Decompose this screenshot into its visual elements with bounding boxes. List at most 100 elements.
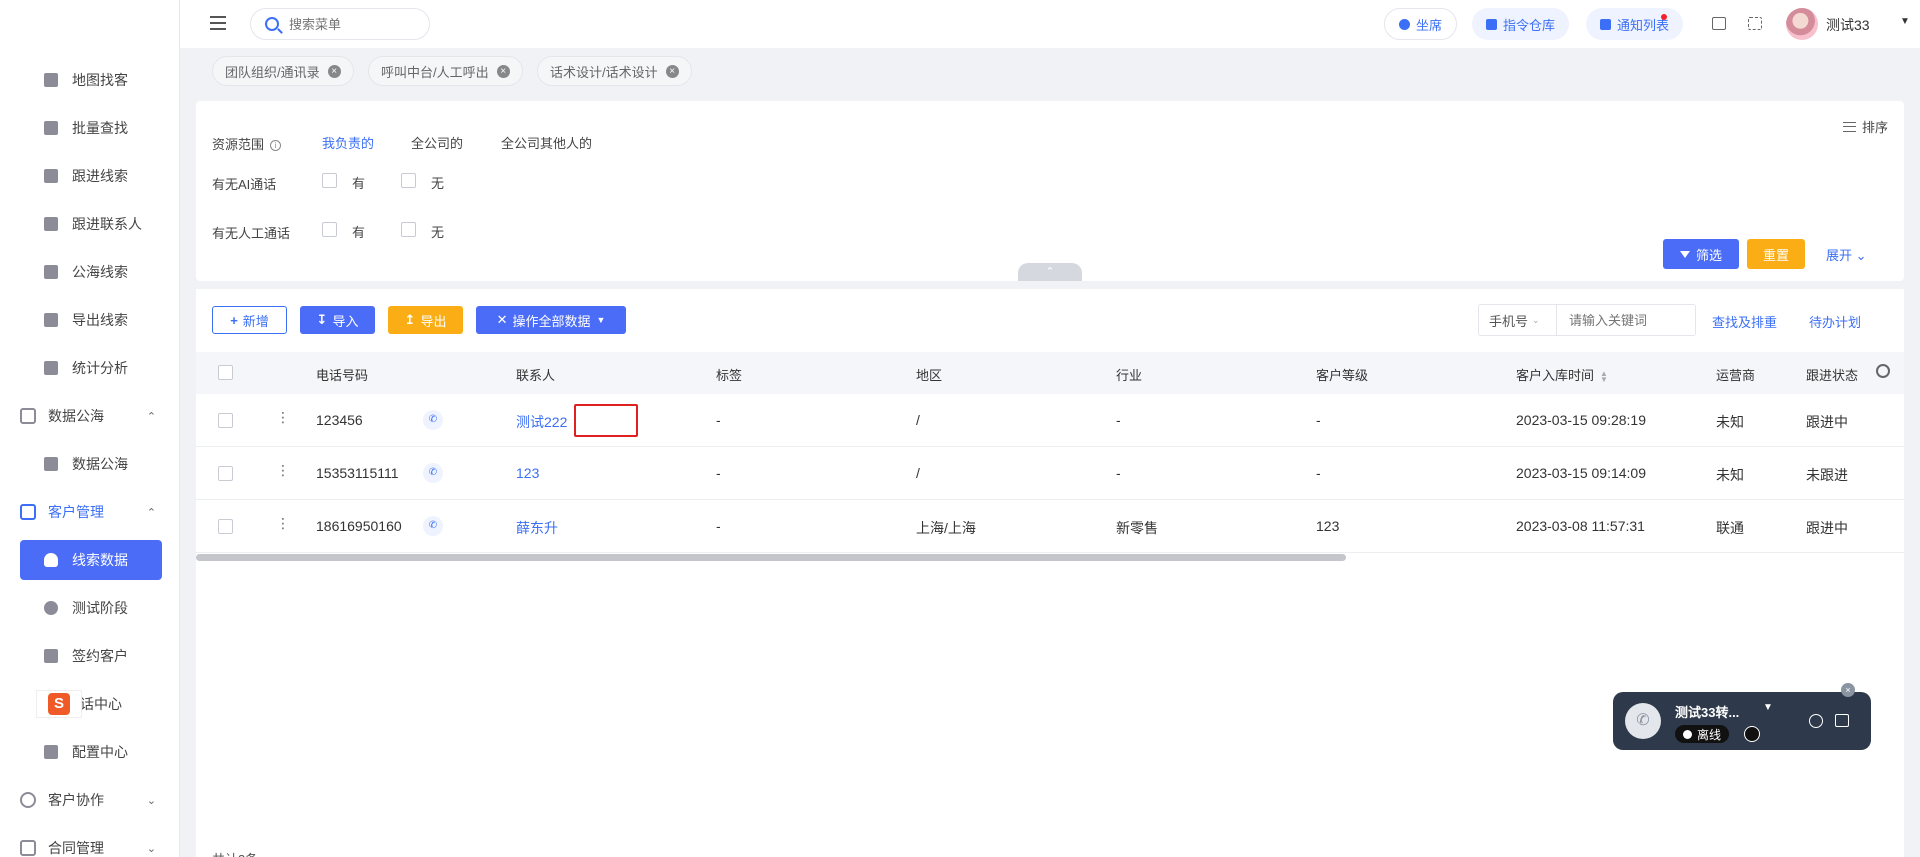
settings-icon[interactable] xyxy=(1744,726,1760,742)
row-checkbox[interactable] xyxy=(218,413,233,428)
search-type-select[interactable]: 手机号 ⌄ xyxy=(1478,304,1558,336)
scope-company[interactable]: 全公司的 xyxy=(411,133,463,152)
more-actions-icon[interactable]: ⋮ xyxy=(276,463,290,477)
cell-carrier: 未知 xyxy=(1716,467,1744,483)
scope-mine[interactable]: 我负责的 xyxy=(322,133,374,152)
reset-button[interactable]: 重置 xyxy=(1747,239,1805,269)
sidebar-group-data-sea[interactable]: 数据公海 ⌃ xyxy=(20,396,162,436)
sidebar-item-config-center[interactable]: 配置中心 xyxy=(20,732,162,772)
caret-down-icon[interactable]: ▼ xyxy=(1900,16,1910,27)
collapse-toggle[interactable]: ⌃ xyxy=(1018,263,1082,281)
more-actions-icon[interactable]: ⋮ xyxy=(276,410,290,424)
sidebar-item-signed-customers[interactable]: 签约客户 xyxy=(20,636,162,676)
seat-button[interactable]: 坐席 xyxy=(1384,8,1458,40)
info-icon: i xyxy=(270,140,282,152)
manual-call-no-checkbox[interactable] xyxy=(401,222,416,237)
cell-carrier: 联通 xyxy=(1716,520,1744,536)
tab-script-design[interactable]: 话术设计/话术设计 × xyxy=(537,56,692,86)
call-icon[interactable]: ✆ xyxy=(423,463,443,483)
more-actions-icon[interactable]: ⋮ xyxy=(276,516,290,530)
user-name[interactable]: 测试33 xyxy=(1826,15,1870,35)
todo-plan-link[interactable]: 待办计划 xyxy=(1809,312,1861,331)
sidebar-item-public-leads[interactable]: 公海线索 xyxy=(20,252,162,292)
keyword-input[interactable] xyxy=(1556,304,1696,336)
sidebar-item-follow-leads[interactable]: 跟进线索 xyxy=(20,156,162,196)
operate-all-button[interactable]: ✕ 操作全部数据 ▼ xyxy=(476,306,626,334)
col-status: 跟进状态 xyxy=(1806,368,1859,383)
sidebar-item-label: 话中心 xyxy=(80,696,122,712)
cell-contact[interactable]: 123 xyxy=(516,465,539,481)
chevron-up-icon: ⌃ xyxy=(146,410,156,423)
close-icon[interactable]: × xyxy=(665,64,679,78)
sort-label: 排序 xyxy=(1861,120,1888,135)
menu-search-input[interactable] xyxy=(289,16,409,32)
close-icon[interactable]: × xyxy=(327,64,341,78)
scope-others[interactable]: 全公司其他人的 xyxy=(501,133,592,152)
user-icon xyxy=(44,745,58,759)
status-badge[interactable]: 离线 xyxy=(1675,725,1730,743)
select-all-checkbox[interactable] xyxy=(218,365,233,380)
menu-search[interactable] xyxy=(250,8,430,40)
close-icon[interactable]: × xyxy=(496,64,510,78)
row-checkbox[interactable] xyxy=(218,519,233,534)
sidebar-item-statistics[interactable]: 统计分析 xyxy=(20,348,162,388)
filter-button[interactable]: 筛选 xyxy=(1663,239,1739,269)
table-panel: +新增 ↧导入 ↥导出 ✕操作全部数据▼ 手机号⌄ 查找及排重 待办计划 电话号… xyxy=(196,289,1904,857)
find-dedupe-link[interactable]: 查找及排重 xyxy=(1712,312,1777,331)
sidebar-group-customer-mgmt[interactable]: 客户管理 ⌃ xyxy=(20,492,162,532)
tab-team-contacts[interactable]: 团队组织/通讯录 × xyxy=(212,56,354,86)
sidebar-item-label: 跟进线索 xyxy=(72,168,128,184)
info-icon[interactable] xyxy=(1809,714,1823,728)
ai-call-yes-checkbox[interactable] xyxy=(322,173,337,188)
chevron-down-icon: ⌄ xyxy=(1532,314,1540,325)
fullscreen-icon[interactable] xyxy=(1748,17,1762,30)
phone-icon: ✆ xyxy=(1625,703,1661,739)
notice-list-button[interactable]: 通知列表 xyxy=(1586,8,1684,40)
briefcase-icon xyxy=(20,840,36,856)
col-time[interactable]: 客户入库时间 ▲ ▼ xyxy=(1516,365,1608,384)
sidebar-item-lead-data[interactable]: 线索数据 xyxy=(20,540,162,580)
export-button[interactable]: ↥ 导出 xyxy=(388,306,463,334)
horizontal-scrollbar[interactable] xyxy=(196,554,1346,561)
close-icon[interactable]: × xyxy=(1841,683,1855,697)
import-button[interactable]: ↧ 导入 xyxy=(300,306,375,334)
command-store-button[interactable]: 指令仓库 xyxy=(1472,8,1570,40)
add-button[interactable]: + 新增 xyxy=(212,306,287,334)
sort-icon: ▲ ▼ xyxy=(1600,368,1608,384)
sidebar-item-batch-search[interactable]: 批量查找 xyxy=(20,108,162,148)
call-icon[interactable]: ✆ xyxy=(423,516,443,536)
sidebar-group-contract[interactable]: 合同管理 ⌄ xyxy=(20,828,162,857)
menu-fold-icon[interactable] xyxy=(210,16,226,30)
cell-industry: 新零售 xyxy=(1116,520,1158,536)
sidebar-item-label: 测试阶段 xyxy=(72,600,128,616)
sidebar: 地图找客 批量查找 跟进线索 跟进联系人 公海线索 导出线索 统计分析 数据公海… xyxy=(0,0,180,857)
tab-manual-outbound[interactable]: 呼叫中台/人工呼出 × xyxy=(368,56,523,86)
filter-panel: 资源范围 i 我负责的 全公司的 全公司其他人的 有无AI通话 有 无 有无人工通… xyxy=(196,101,1904,281)
avatar[interactable] xyxy=(1786,8,1818,40)
chevron-up-icon: ⌃ xyxy=(146,506,156,519)
cell-region: 上海/上海 xyxy=(916,520,976,536)
sidebar-item-map-search[interactable]: 地图找客 xyxy=(20,60,162,100)
call-icon[interactable]: ✆ xyxy=(423,410,443,430)
sort-button[interactable]: 排序 xyxy=(1842,117,1888,136)
cell-region: / xyxy=(916,465,920,481)
expand-link[interactable]: 展开 ⌄ xyxy=(1826,245,1867,264)
ai-call-no-checkbox[interactable] xyxy=(401,173,416,188)
sidebar-item-follow-contacts[interactable]: 跟进联系人 xyxy=(20,204,162,244)
sidebar-item-test-stage[interactable]: 测试阶段 xyxy=(20,588,162,628)
screen-icon[interactable] xyxy=(1712,17,1726,30)
sidebar-item-label: 线索数据 xyxy=(72,552,128,568)
window-icon[interactable] xyxy=(1835,714,1849,727)
caret-down-icon[interactable]: ▼ xyxy=(1763,702,1773,713)
globe-icon xyxy=(20,792,36,808)
cell-contact[interactable]: 薛东升 xyxy=(516,518,558,538)
cell-contact[interactable]: 测试222 xyxy=(516,412,567,432)
sidebar-item-data-sea[interactable]: 数据公海 xyxy=(20,444,162,484)
column-settings-icon[interactable] xyxy=(1876,364,1890,378)
list-icon xyxy=(1842,121,1856,132)
call-widget[interactable]: ✆ 测试33转... ▼ 离线 xyxy=(1613,692,1871,750)
sidebar-group-collab[interactable]: 客户协作 ⌄ xyxy=(20,780,162,820)
row-checkbox[interactable] xyxy=(218,466,233,481)
sidebar-item-export-leads[interactable]: 导出线索 xyxy=(20,300,162,340)
manual-call-yes-checkbox[interactable] xyxy=(322,222,337,237)
